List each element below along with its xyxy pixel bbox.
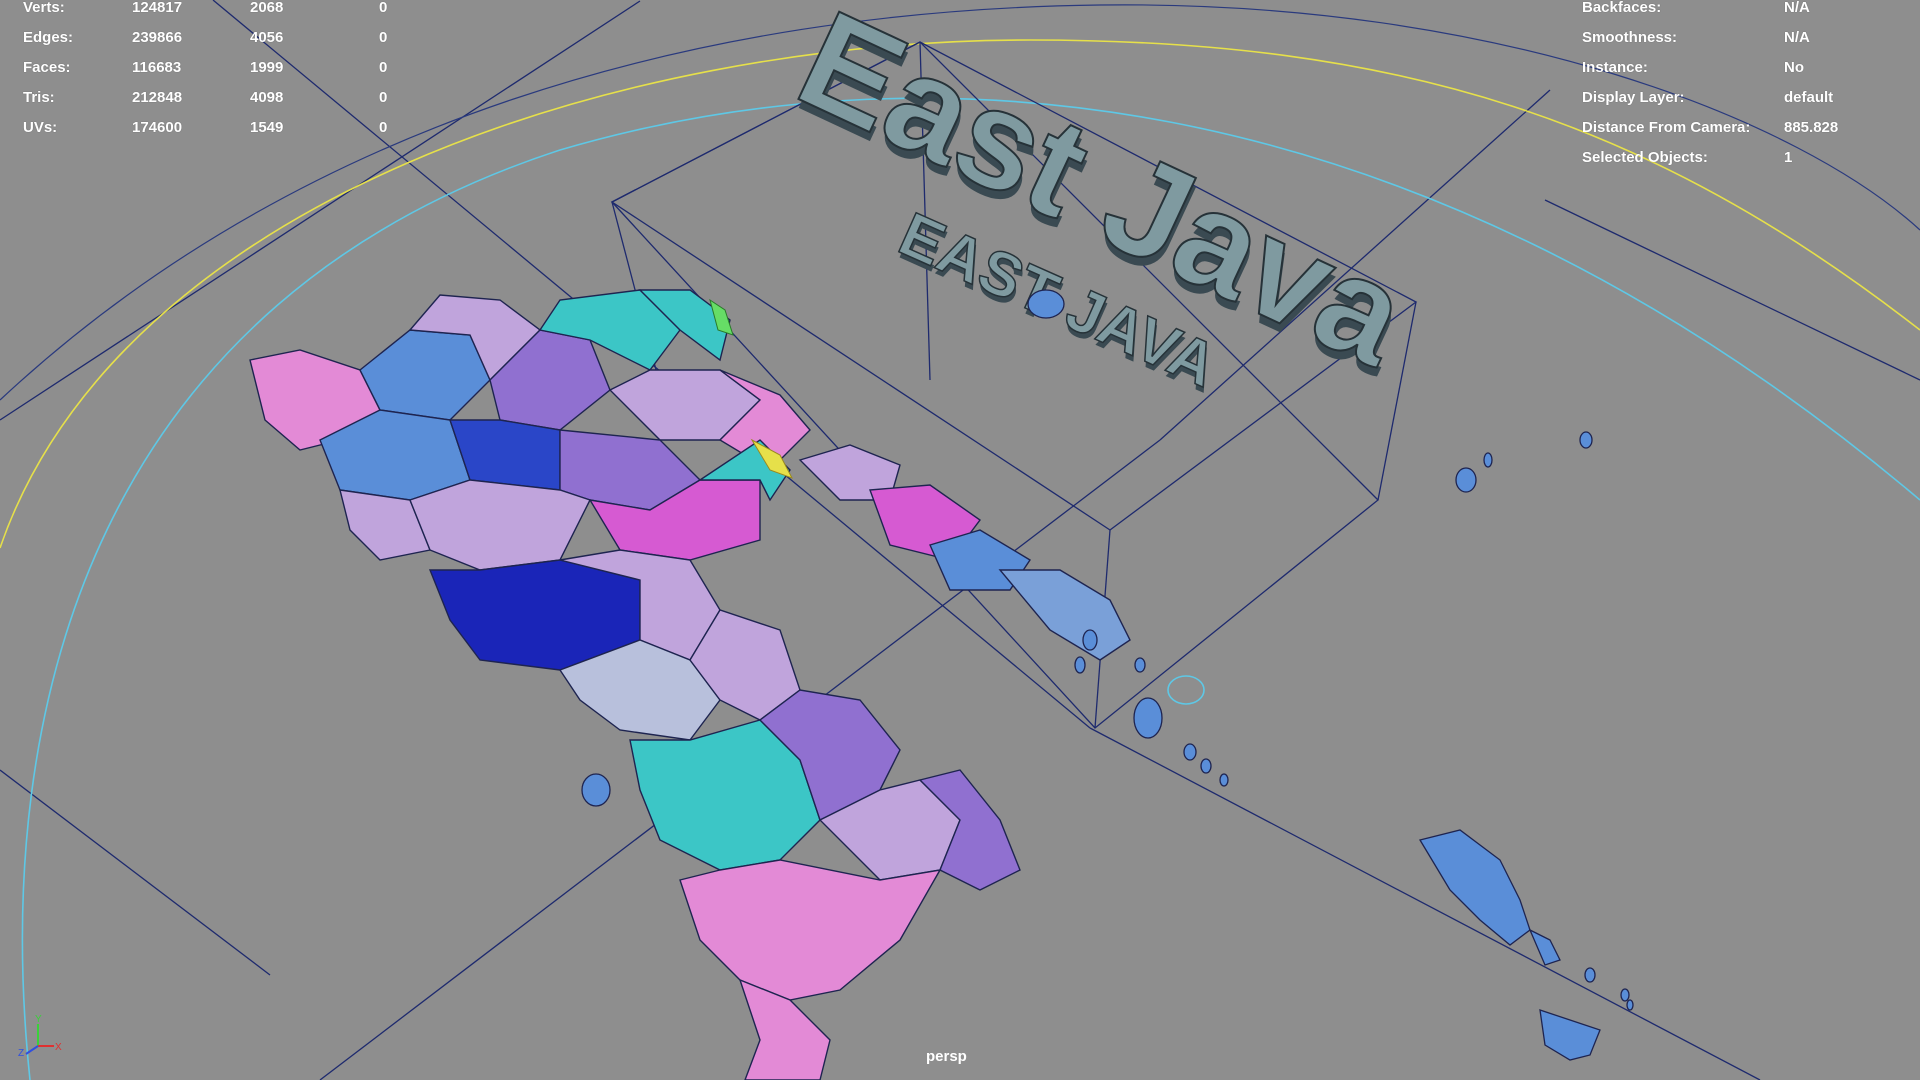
info-row-backfaces: Backfaces: N/A xyxy=(1570,0,1920,30)
stat-label: Verts: xyxy=(23,0,65,16)
stat-value-extra: 0 xyxy=(379,119,388,136)
info-row-smoothness: Smoothness: N/A xyxy=(1570,29,1920,60)
info-label: Smoothness: xyxy=(1582,29,1678,46)
stat-value-selected: 4098 xyxy=(250,89,284,106)
info-row-selected-objects: Selected Objects: 1 xyxy=(1570,149,1920,180)
info-label: Backfaces: xyxy=(1582,0,1662,16)
stat-value-total: 212848 xyxy=(132,89,183,106)
maya-viewport[interactable]: East Java East Java EAST JAVA EAST JAVA xyxy=(0,0,1920,1080)
stat-value-total: 124817 xyxy=(132,0,183,16)
stat-value-extra: 0 xyxy=(379,89,388,106)
stat-row-faces: Faces: 116683 1999 0 xyxy=(0,59,420,90)
region-lightblue-1[interactable] xyxy=(359,329,491,421)
info-value: N/A xyxy=(1784,29,1810,46)
stat-label: Edges: xyxy=(23,29,74,46)
selected-ring xyxy=(1167,675,1205,705)
axis-label-x: X xyxy=(55,1042,62,1053)
info-label: Distance From Camera: xyxy=(1582,119,1751,136)
info-value: 885.828 xyxy=(1784,119,1839,136)
info-label: Instance: xyxy=(1582,59,1648,76)
bali-island[interactable] xyxy=(1418,829,1634,1061)
stat-row-tris: Tris: 212848 4098 0 xyxy=(0,89,420,120)
island-bawean[interactable] xyxy=(1455,467,1477,493)
stat-value-selected: 4056 xyxy=(250,29,284,46)
stat-value-selected: 2068 xyxy=(250,0,284,16)
stat-label: UVs: xyxy=(23,119,58,136)
stat-label: Faces: xyxy=(23,59,71,76)
stat-value-total: 116683 xyxy=(132,59,182,76)
poly-count-hud: Verts: 124817 2068 0 Edges: 239866 4056 … xyxy=(0,0,420,150)
island-mesh[interactable] xyxy=(249,289,1021,1080)
info-row-distance: Distance From Camera: 885.828 xyxy=(1570,119,1920,150)
stat-row-verts: Verts: 124817 2068 0 xyxy=(0,0,420,30)
info-label: Selected Objects: xyxy=(1582,149,1708,166)
stat-value-selected: 1999 xyxy=(250,59,284,76)
stat-row-edges: Edges: 239866 4056 0 xyxy=(0,29,420,60)
stat-value-selected: 1549 xyxy=(250,119,284,136)
axis-label-z: Z xyxy=(18,1048,24,1059)
madura-island[interactable] xyxy=(798,444,1131,661)
stat-label: Tris: xyxy=(23,89,55,106)
info-value: 1 xyxy=(1784,149,1793,166)
info-value: No xyxy=(1784,59,1804,76)
stat-value-extra: 0 xyxy=(379,29,388,46)
region-pink-large[interactable] xyxy=(679,859,942,1001)
axis-label-y: Y xyxy=(35,1014,42,1025)
info-value: N/A xyxy=(1784,0,1810,16)
axis-gizmo-icon: Y X Z xyxy=(18,1014,62,1059)
stat-value-total: 239866 xyxy=(132,29,183,46)
stat-value-extra: 0 xyxy=(379,59,388,76)
region-lavender-4[interactable] xyxy=(409,479,591,571)
info-value: default xyxy=(1784,89,1834,106)
stat-value-extra: 0 xyxy=(379,0,388,16)
stat-value-total: 174600 xyxy=(132,119,183,136)
object-details-hud: Backfaces: N/A Smoothness: N/A Instance:… xyxy=(1570,0,1920,180)
stat-row-uvs: UVs: 174600 1549 0 xyxy=(0,119,420,150)
camera-name-label: persp xyxy=(926,1048,967,1065)
info-row-instance: Instance: No xyxy=(1570,59,1920,90)
info-row-display-layer: Display Layer: default xyxy=(1570,89,1920,120)
info-label: Display Layer: xyxy=(1582,89,1685,106)
